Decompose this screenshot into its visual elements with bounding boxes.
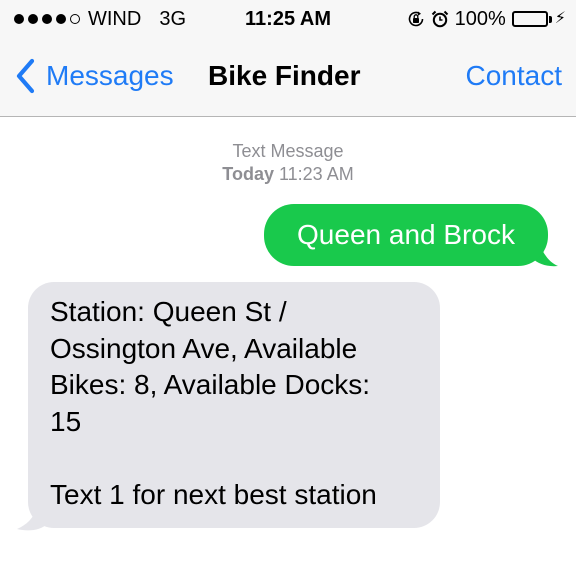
back-button[interactable]: Messages [14, 56, 174, 96]
timestamp-line: Today 11:23 AM [0, 163, 576, 186]
rotation-lock-icon [408, 11, 423, 27]
battery-icon: ⚡︎ [511, 10, 566, 27]
battery-percent: 100% [454, 8, 506, 30]
charging-bolt-icon: ⚡︎ [554, 10, 566, 27]
outgoing-message-bubble[interactable]: Queen and Brock [264, 204, 548, 266]
conversation-timestamp: Text Message Today 11:23 AM [0, 140, 576, 186]
navigation-bar: Messages Bike Finder Contact [0, 38, 576, 117]
contact-button[interactable]: Contact [466, 56, 563, 96]
back-button-label: Messages [46, 60, 174, 91]
conversation-title: Bike Finder [208, 60, 361, 91]
timestamp-day: Today [222, 164, 274, 184]
service-label: Text Message [232, 141, 344, 161]
timestamp-time: 11:23 AM [278, 164, 354, 184]
status-right-group: 100% ⚡︎ [407, 7, 566, 31]
alarm-icon [431, 10, 448, 28]
status-bar: WIND 3G 11:25 AM 100% ⚡︎ [0, 0, 576, 38]
incoming-message-bubble[interactable]: Station: Queen St / Ossington Ave, Avail… [28, 282, 440, 528]
chevron-left-icon [16, 58, 35, 94]
